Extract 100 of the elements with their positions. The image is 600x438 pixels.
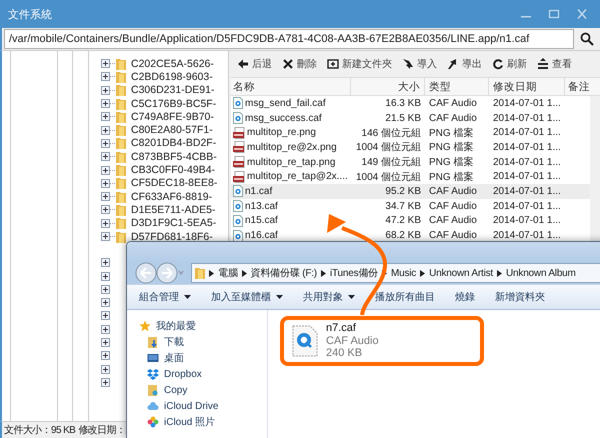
- expander-icon[interactable]: [101, 258, 110, 268]
- highlight-frame[interactable]: n7.caf CAF Audio 240 KB: [280, 316, 484, 366]
- tree-item[interactable]: D1E5E711-ADE5-: [101, 203, 228, 217]
- tree-item[interactable]: CF5DEC18-8EE8-: [101, 176, 228, 190]
- file-size: 240 KB: [326, 347, 364, 360]
- sidebar-item[interactable]: iCloud Drive: [147, 398, 267, 414]
- x-icon: [282, 58, 294, 70]
- file-row[interactable]: msg_success.caf 21.5 KB CAF Audio 2014-07-01 1...: [231, 110, 590, 126]
- tree-item[interactable]: C8201DB4-BD2F-: [101, 136, 228, 150]
- toolbar-button[interactable]: 導入: [398, 53, 441, 75]
- expander-icon[interactable]: [101, 378, 110, 387]
- chevron-icon[interactable]: [420, 270, 426, 276]
- toolbar-button[interactable]: 刷新: [488, 53, 531, 75]
- file-row[interactable]: multitop_re_tap@2x.... 1004 個位元組 PNG 檔案 2014-07-01 1...: [231, 169, 590, 184]
- tree-item[interactable]: C749A8FE-9B70-: [101, 110, 228, 124]
- folder-icon: [116, 150, 126, 163]
- chevron-icon[interactable]: [497, 270, 502, 276]
- expander-icon[interactable]: [101, 192, 110, 202]
- expander-icon[interactable]: [101, 232, 110, 241]
- toolbar-button[interactable]: 新建文件夾: [323, 53, 396, 75]
- sidebar-item[interactable]: 下載: [147, 334, 267, 350]
- expander-icon[interactable]: [101, 86, 110, 95]
- file-row[interactable]: n1.caf 95.2 KB CAF Audio 2014-07-01 1...: [231, 184, 590, 199]
- toolbar-button[interactable]: 播放所有曲目: [375, 290, 435, 304]
- expander-icon[interactable]: [101, 218, 110, 228]
- breadcrumb-item[interactable]: iTunes備份: [330, 266, 378, 280]
- sidebar-item[interactable]: Copy: [147, 382, 267, 398]
- breadcrumb-item[interactable]: 資料備份碟 (F:): [250, 266, 317, 280]
- file-row[interactable]: multitop_re@2x.png 1004 個位元組 PNG 檔案 2014-07-01 1...: [231, 140, 590, 155]
- chevron-icon[interactable]: [382, 270, 387, 276]
- breadcrumb-item[interactable]: Unknown Album: [506, 268, 576, 278]
- file-type: CAF Audio: [428, 215, 478, 226]
- tree-item[interactable]: D57FD681-18F6-: [101, 230, 228, 244]
- tree-item[interactable]: C5C176B9-BC5F-: [101, 96, 228, 110]
- column-header[interactable]: 备注: [565, 78, 595, 95]
- column-header[interactable]: 类型: [425, 78, 489, 95]
- chevron-icon[interactable]: [209, 270, 214, 276]
- expander-icon[interactable]: [101, 298, 110, 308]
- file-row[interactable]: multitop_re.png 146 個位元組 PNG 檔案 2014-07-01 1...: [231, 125, 590, 140]
- tree-item[interactable]: C202CE5A-5626-: [101, 57, 228, 70]
- expander-icon[interactable]: [101, 152, 110, 162]
- file-row[interactable]: n15.caf 47.2 KB CAF Audio 2014-07-01 1...: [231, 214, 590, 228]
- expander-icon[interactable]: [101, 311, 110, 320]
- toolbar-button[interactable]: 組合管理: [139, 290, 191, 304]
- breadcrumb-item[interactable]: Music: [390, 268, 416, 278]
- column-header[interactable]: 大小: [351, 78, 425, 95]
- file-row[interactable]: n13.caf 34.7 KB CAF Audio 2014-07-01 1...: [231, 198, 590, 214]
- expander-icon[interactable]: [101, 338, 110, 348]
- tree-item[interactable]: CF633AF6-8819-: [101, 190, 228, 204]
- expander-icon[interactable]: [101, 178, 110, 188]
- sidebar-item[interactable]: iCloud 照片: [147, 414, 267, 430]
- file-size: 21.5 KB: [384, 112, 422, 124]
- folder-icon: [116, 177, 126, 190]
- toolbar-button[interactable]: 導出: [443, 53, 486, 75]
- toolbar-button[interactable]: 燒錄: [455, 290, 475, 304]
- sidebar-item[interactable]: Dropbox: [147, 366, 267, 382]
- chevron-icon[interactable]: [320, 270, 326, 276]
- path-field[interactable]: /var/mobile/Containers/Bundle/Application/D5FDC9DB-A781-4C08-AA3B-67E2B8AE0356/LINE.app/n1.caf: [4, 29, 574, 49]
- tree-item[interactable]: CB3C0FF0-49B4-: [101, 163, 228, 177]
- tree-item[interactable]: C873BBF5-4CBB-: [101, 150, 228, 164]
- expander-icon[interactable]: [101, 166, 110, 175]
- address-bar[interactable]: 電腦 資料備份碟 (F:) iTunes備份 Music Unknown Artist Unknown Album: [191, 263, 600, 283]
- breadcrumb-item[interactable]: 電腦: [218, 266, 238, 280]
- toolbar-button[interactable]: 共用對象: [303, 290, 355, 304]
- expander-icon[interactable]: [101, 205, 110, 214]
- expander-icon[interactable]: [101, 126, 110, 135]
- toolbar-button[interactable]: 刪除: [278, 53, 321, 75]
- expander-icon[interactable]: [101, 284, 110, 294]
- sidebar-item[interactable]: 我的最愛: [139, 318, 267, 334]
- tree-item[interactable]: C306D231-DE91-: [101, 84, 228, 97]
- back-forward-icon[interactable]: [135, 262, 185, 284]
- file-row[interactable]: msg_send_fail.caf 16.3 KB CAF Audio 2014-07-01 1...: [231, 96, 590, 111]
- expander-icon[interactable]: [101, 112, 110, 122]
- search-icon[interactable]: [580, 32, 594, 46]
- expander-icon[interactable]: [101, 99, 110, 108]
- left-arrow-icon: [237, 58, 249, 70]
- tree-item[interactable]: D3D1F9C1-5EA5-: [101, 216, 228, 230]
- column-header[interactable]: 名称: [231, 78, 351, 95]
- chevron-icon[interactable]: [242, 270, 247, 276]
- expander-icon[interactable]: [101, 272, 110, 281]
- toolbar-button[interactable]: 查看: [533, 53, 576, 75]
- breadcrumb-item[interactable]: Unknown Artist: [429, 268, 494, 278]
- sidebar-item[interactable]: 桌面: [147, 350, 267, 366]
- modified-date: 2014-07-01 1...: [492, 127, 562, 138]
- desktop-icon: [147, 352, 159, 364]
- toolbar-button[interactable]: 后退: [233, 53, 276, 75]
- tree-item[interactable]: C2BD6198-9603-: [101, 70, 228, 84]
- file-row[interactable]: n16.caf 68.2 KB CAF Audio 2014-07-01 1...: [231, 228, 590, 243]
- column-header[interactable]: 修改日期: [489, 78, 565, 95]
- toolbar-button[interactable]: 新增資料夾: [495, 290, 545, 304]
- file-row[interactable]: multitop_re_tap.png 149 個位元組 PNG 檔案 2014-07-01 1...: [231, 154, 590, 170]
- expander-icon[interactable]: [101, 351, 110, 360]
- expander-icon[interactable]: [101, 138, 110, 148]
- expander-icon[interactable]: [101, 324, 110, 334]
- folder-icon: [116, 230, 126, 242]
- tree-item[interactable]: C80E2A80-57F1-: [101, 123, 228, 137]
- expander-icon[interactable]: [101, 72, 110, 82]
- toolbar-button[interactable]: 加入至媒體櫃: [211, 290, 283, 304]
- expander-icon[interactable]: [101, 364, 110, 374]
- expander-icon[interactable]: [101, 59, 110, 68]
